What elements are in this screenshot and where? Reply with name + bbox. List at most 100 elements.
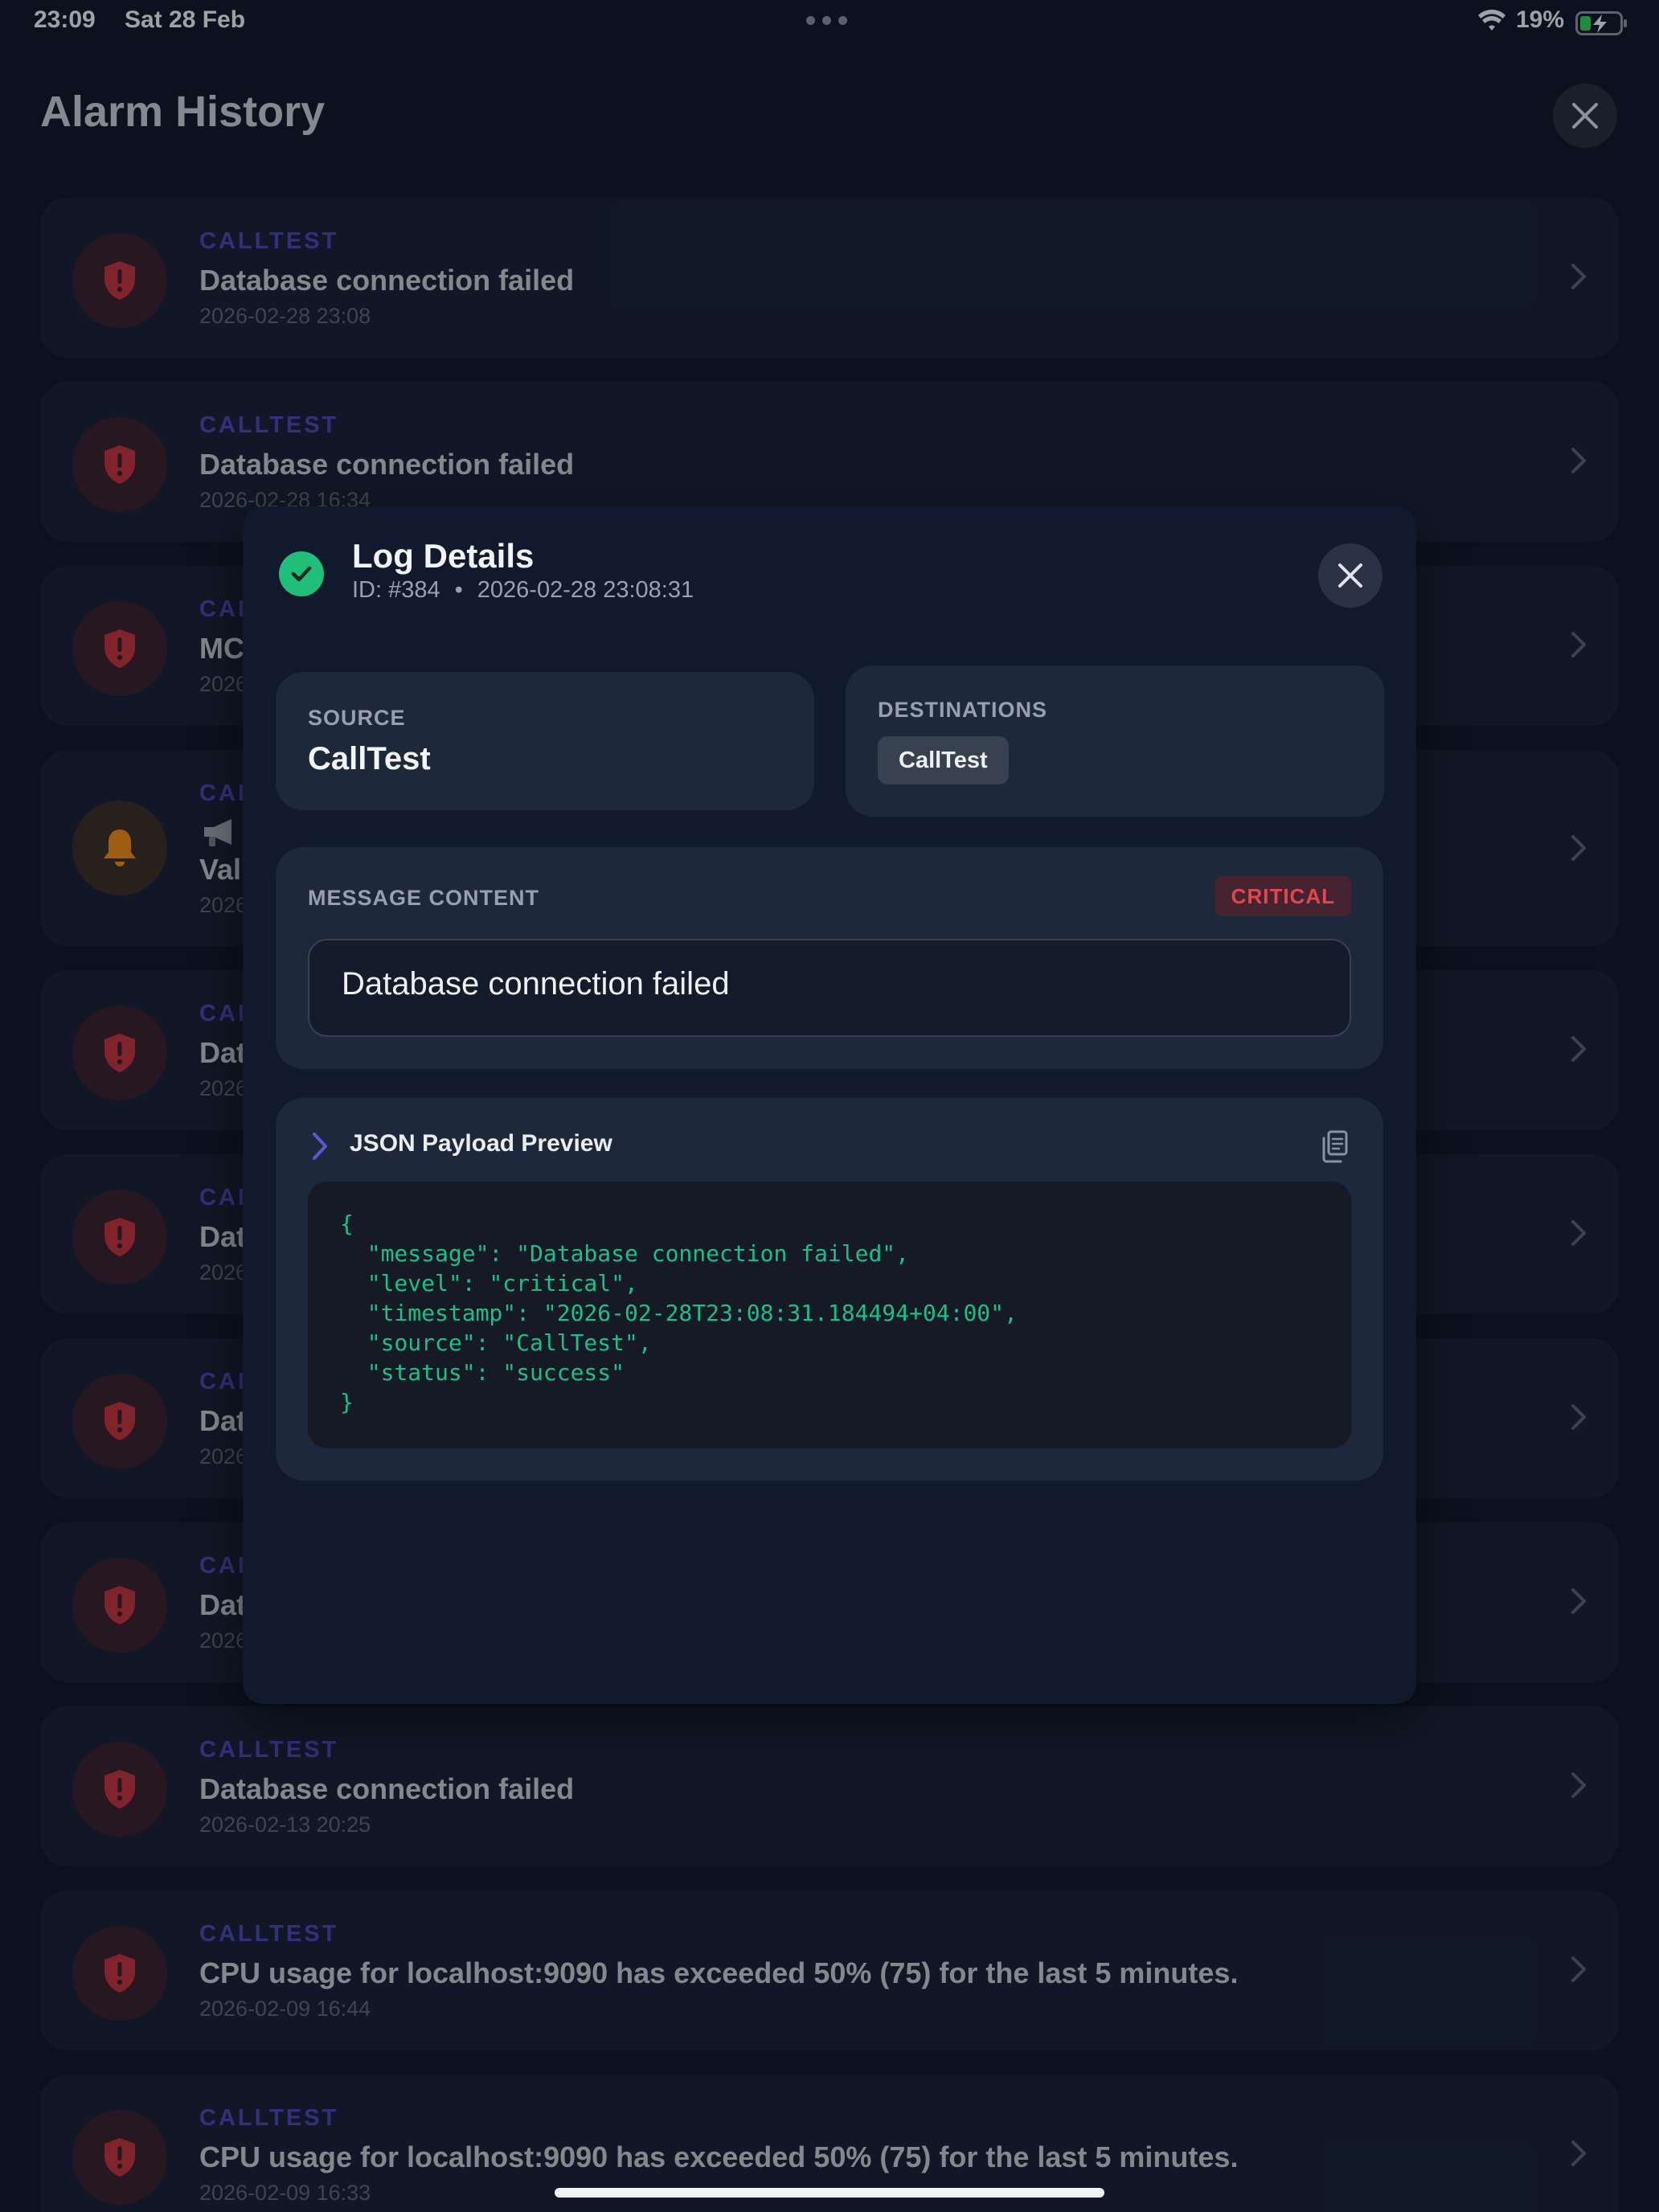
alarm-title: Dat — [199, 1036, 247, 1069]
alarm-icon — [72, 417, 167, 512]
message-panel: MESSAGE CONTENT CRITICAL Database connec… — [276, 847, 1383, 1069]
meta-separator: • — [454, 577, 463, 603]
chevron-right-icon — [1571, 1956, 1586, 1982]
alarm-icon — [72, 1926, 167, 2021]
alarm-title: Dat — [199, 1220, 247, 1253]
destinations-panel: DESTINATIONS CallTest — [846, 666, 1384, 817]
chevron-right-icon — [1571, 448, 1586, 473]
chevron-right-icon — [1571, 835, 1586, 861]
alarm-list-item[interactable]: CALLTEST Database connection failed 2026… — [40, 1706, 1619, 1866]
alarm-time: 2026-02-28 23:08 — [199, 304, 371, 328]
severity-badge: CRITICAL — [1215, 876, 1351, 916]
alarm-title: MC — [199, 632, 244, 665]
alarm-list-item[interactable]: CALLTEST CPU usage for localhost:9090 ha… — [40, 1890, 1619, 2050]
message-label: MESSAGE CONTENT — [308, 886, 540, 910]
alarm-title: Database connection failed — [199, 264, 575, 297]
modal-title: Log Details — [352, 537, 535, 575]
status-date: Sat 28 Feb — [125, 6, 246, 33]
log-meta: ID: #384 • 2026-02-28 23:08:31 — [352, 577, 694, 604]
wifi-icon — [1478, 10, 1505, 31]
alarm-icon — [72, 1006, 167, 1100]
megaphone-icon — [204, 819, 231, 846]
json-code-text: { "message": "Database connection failed… — [340, 1210, 1018, 1415]
alarm-icon — [72, 601, 167, 696]
shield-alert-icon — [104, 1586, 135, 1624]
destinations-label: DESTINATIONS — [878, 698, 1048, 722]
close-icon — [1572, 103, 1598, 129]
alarm-time: 2026 — [199, 893, 248, 917]
alarm-source: CALLTEST — [199, 1737, 339, 1763]
alarm-icon — [72, 801, 167, 895]
alarm-icon — [72, 1558, 167, 1653]
message-text: Database connection failed — [342, 966, 730, 1002]
shield-alert-icon — [104, 445, 135, 484]
multitasking-dots-icon[interactable] — [806, 16, 847, 25]
json-payload-panel: JSON Payload Preview { "message": "Datab… — [276, 1098, 1383, 1481]
close-modal-button[interactable] — [1318, 543, 1382, 608]
alarm-time: 2026 — [199, 1076, 248, 1100]
alarm-title: Dat — [199, 1404, 247, 1437]
chevron-right-icon — [1571, 264, 1586, 289]
shield-alert-icon — [104, 629, 135, 668]
alarm-icon — [72, 1190, 167, 1284]
copy-icon[interactable] — [1319, 1129, 1351, 1164]
alarm-time: 2026 — [199, 1260, 248, 1284]
alarm-history-screen: 23:09 Sat 28 Feb 19% Alarm History CALLT… — [0, 0, 1659, 2212]
page-title: Alarm History — [40, 88, 326, 136]
json-code-block: { "message": "Database connection failed… — [308, 1182, 1351, 1448]
shield-alert-icon — [104, 2138, 135, 2177]
close-history-button[interactable] — [1553, 84, 1617, 148]
source-label: SOURCE — [308, 706, 406, 730]
alarm-icon — [72, 2110, 167, 2205]
close-icon — [1338, 563, 1362, 588]
message-box: Database connection failed — [308, 939, 1351, 1037]
alarm-source: CALLTEST — [199, 2105, 339, 2131]
chevron-right-icon — [1571, 1220, 1586, 1246]
alarm-list-item[interactable]: CALLTEST Database connection failed 2026… — [40, 198, 1619, 358]
status-time: 23:09 — [34, 6, 96, 33]
battery-charging-icon — [1575, 11, 1627, 35]
log-timestamp: 2026-02-28 23:08:31 — [477, 577, 694, 603]
alarm-time: 2026 — [199, 1628, 248, 1653]
alarm-time: 2026-02-09 16:44 — [199, 1997, 371, 2021]
chevron-right-icon — [1571, 1588, 1586, 1614]
chevron-right-icon — [1571, 2140, 1586, 2166]
alarm-title: CPU usage for localhost:9090 has exceede… — [199, 2140, 1239, 2173]
bell-icon — [104, 830, 136, 866]
alarm-title: Val — [199, 853, 242, 886]
alarm-time: 2026 — [199, 672, 248, 696]
alarm-time: 2026 — [199, 1444, 248, 1469]
alarm-title: Database connection failed — [199, 448, 575, 481]
chevron-right-icon — [1571, 1404, 1586, 1430]
destination-chip: CallTest — [878, 736, 1009, 784]
success-status — [279, 551, 324, 596]
alarm-title: CPU usage for localhost:9090 has exceede… — [199, 1956, 1239, 1989]
chevron-right-icon — [1571, 1036, 1586, 1062]
alarm-icon — [72, 1742, 167, 1837]
alarm-source: CALLTEST — [199, 412, 339, 438]
alarm-title: Dat — [199, 1588, 247, 1621]
shield-alert-icon — [104, 1034, 135, 1072]
alarm-source: CALLTEST — [199, 228, 339, 254]
log-details-modal: Log Details ID: #384 • 2026-02-28 23:08:31… — [243, 506, 1416, 1704]
json-payload-toggle[interactable]: JSON Payload Preview — [350, 1130, 612, 1157]
shield-alert-icon — [104, 261, 135, 300]
chevron-right-icon — [1571, 632, 1586, 657]
chevron-right-icon[interactable] — [308, 1130, 332, 1162]
log-id: ID: #384 — [352, 577, 440, 603]
chevron-right-icon — [1571, 1772, 1586, 1798]
battery-percentage: 19% — [1516, 6, 1565, 33]
shield-alert-icon — [104, 1954, 135, 1993]
source-value: CallTest — [308, 741, 431, 776]
alarm-title: Database connection failed — [199, 1772, 575, 1805]
shield-alert-icon — [104, 1770, 135, 1809]
alarm-time: 2026-02-09 16:33 — [199, 2181, 371, 2205]
shield-alert-icon — [104, 1402, 135, 1440]
alarm-time: 2026-02-13 20:25 — [199, 1813, 371, 1837]
alarm-icon — [72, 233, 167, 328]
alarm-source: CALLTEST — [199, 1921, 339, 1947]
checkmark-icon — [291, 566, 312, 582]
shield-alert-icon — [104, 1218, 135, 1256]
home-indicator[interactable] — [555, 2188, 1104, 2198]
source-panel: SOURCE CallTest — [276, 672, 814, 810]
